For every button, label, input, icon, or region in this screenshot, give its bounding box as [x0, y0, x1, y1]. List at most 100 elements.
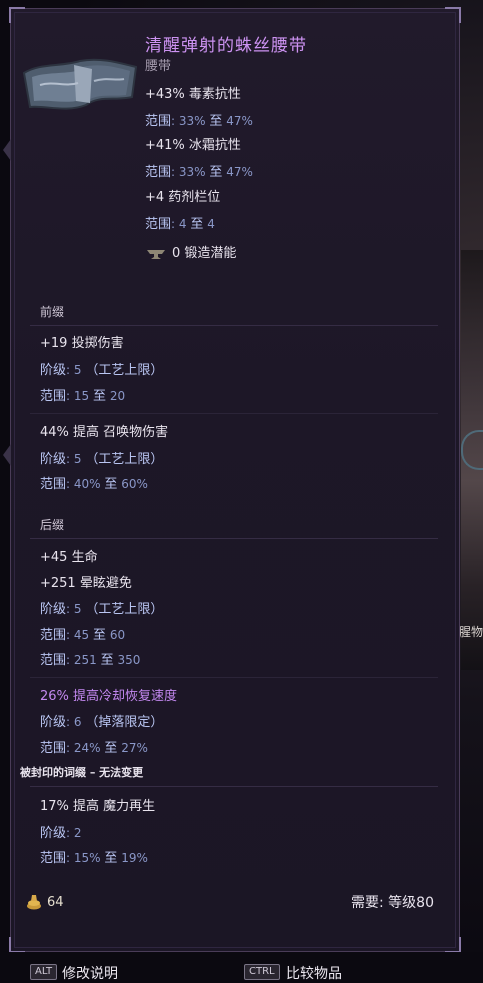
divider	[30, 413, 438, 414]
suffix-1-text-2: +251 晕眩避免	[40, 576, 132, 591]
divider	[30, 786, 438, 787]
prefix-1-range: 范围: 15 至 20	[40, 389, 126, 404]
range-high: 27%	[121, 741, 148, 755]
range-high: 60%	[121, 477, 148, 491]
range-to: 至	[104, 741, 118, 756]
tier-value: 2	[73, 826, 82, 840]
range-high: 47%	[226, 114, 253, 128]
range-low: 4	[178, 217, 187, 231]
tier-note: （工艺上限）	[85, 452, 164, 467]
range-high: 20	[109, 389, 126, 403]
alt-key-badge[interactable]: ALT	[30, 964, 58, 980]
suffix-2-range: 范围: 24% 至 27%	[40, 741, 148, 756]
requirement: 需要: 等级80	[351, 895, 434, 911]
sealed-affix-note: 被封印的词缀 – 无法变更	[20, 766, 144, 779]
prefix-1-tier: 阶级: 5 （工艺上限）	[40, 363, 164, 378]
range-label: 范围	[145, 165, 172, 180]
tier-value: 6	[73, 715, 82, 729]
range-to: 至	[190, 217, 204, 232]
range-low: 24%	[73, 741, 101, 755]
tier-label: 阶级	[40, 602, 67, 617]
prefix-1-text: +19 投掷伤害	[40, 336, 124, 351]
requirement-level-label: 等级	[388, 895, 417, 911]
divider	[30, 325, 438, 326]
requirement-level-value: 80	[416, 895, 434, 911]
range-high: 4	[207, 217, 215, 231]
tier-label: 阶级	[40, 715, 67, 730]
range-low: 251	[73, 653, 97, 667]
implicit-1-text: +43% 毒素抗性	[145, 87, 241, 102]
prefix-2-range: 范围: 40% 至 60%	[40, 477, 148, 492]
requirement-label: 需要:	[351, 895, 384, 911]
suffix-1-tier: 阶级: 5 （工艺上限）	[40, 602, 164, 617]
tier-note: （工艺上限）	[85, 363, 164, 378]
sealed-affix-text: 17% 提高 魔力再生	[40, 799, 156, 814]
range-low: 33%	[178, 165, 206, 179]
implicit-2-range: 范围: 33% 至 47%	[145, 165, 253, 180]
implicit-3-text: +4 药剂栏位	[145, 190, 221, 205]
forge-potential: 0 锻造潜能	[172, 246, 237, 261]
range-label: 范围	[40, 628, 67, 643]
range-label: 范围	[145, 114, 172, 129]
implicit-2-text: +41% 冰霜抗性	[145, 138, 241, 153]
tier-note: （工艺上限）	[85, 602, 164, 617]
suffix-1-range-2: 范围: 251 至 350	[40, 653, 141, 668]
alt-key-label[interactable]: 修改说明	[62, 963, 118, 983]
tier-label: 阶级	[40, 363, 67, 378]
range-label: 范围	[40, 477, 67, 492]
tier-value: 5	[73, 452, 82, 466]
divider	[30, 538, 438, 539]
range-low: 40%	[73, 477, 101, 491]
belt-item-icon	[22, 58, 138, 110]
divider	[30, 677, 438, 678]
range-low: 45	[73, 628, 90, 642]
range-label: 范围	[40, 741, 67, 756]
prefix-header: 前缀	[40, 305, 65, 319]
tier-label: 阶级	[40, 826, 67, 841]
suffix-2-tier: 阶级: 6 （掉落限定）	[40, 715, 164, 730]
gold-coins-icon	[27, 895, 41, 910]
tier-value: 5	[73, 602, 82, 616]
range-label: 范围	[145, 217, 172, 232]
corner-ornament	[9, 7, 25, 23]
range-low: 33%	[178, 114, 206, 128]
range-to: 至	[92, 389, 106, 404]
gold-value: 64	[47, 895, 64, 910]
item-type: 腰带	[145, 59, 172, 74]
range-low: 15%	[73, 851, 101, 865]
ctrl-key-badge[interactable]: CTRL	[244, 964, 280, 980]
side-panel-fragment-text: 腥物	[458, 625, 483, 639]
sealed-affix-tier: 阶级: 2	[40, 826, 82, 841]
range-high: 19%	[121, 851, 148, 865]
range-to: 至	[209, 165, 223, 180]
sealed-affix-range: 范围: 15% 至 19%	[40, 851, 148, 866]
corner-ornament	[445, 7, 461, 23]
range-high: 47%	[226, 165, 253, 179]
range-to: 至	[100, 653, 114, 668]
corner-ornament	[9, 937, 25, 953]
range-to: 至	[92, 628, 106, 643]
prefix-2-text: 44% 提高 召唤物伤害	[40, 425, 169, 440]
tier-note: （掉落限定）	[85, 715, 164, 730]
range-label: 范围	[40, 653, 67, 668]
anvil-icon	[147, 250, 165, 259]
implicit-3-range: 范围: 4 至 4	[145, 217, 215, 232]
range-high: 60	[109, 628, 126, 642]
range-to: 至	[209, 114, 223, 129]
item-name: 清醒弹射的蛛丝腰带	[145, 36, 307, 56]
suffix-2-text: 26% 提高冷却恢复速度	[40, 689, 178, 704]
range-to: 至	[104, 477, 118, 492]
tier-label: 阶级	[40, 452, 67, 467]
range-label: 范围	[40, 389, 67, 404]
tier-value: 5	[73, 363, 82, 377]
suffix-1-range-1: 范围: 45 至 60	[40, 628, 126, 643]
suffix-1-text-1: +45 生命	[40, 550, 98, 565]
suffix-header: 后缀	[40, 518, 65, 532]
ctrl-key-label[interactable]: 比较物品	[286, 963, 342, 983]
implicit-1-range: 范围: 33% 至 47%	[145, 114, 253, 129]
range-to: 至	[104, 851, 118, 866]
range-low: 15	[73, 389, 90, 403]
range-label: 范围	[40, 851, 67, 866]
range-high: 350	[117, 653, 141, 667]
corner-ornament	[445, 937, 461, 953]
